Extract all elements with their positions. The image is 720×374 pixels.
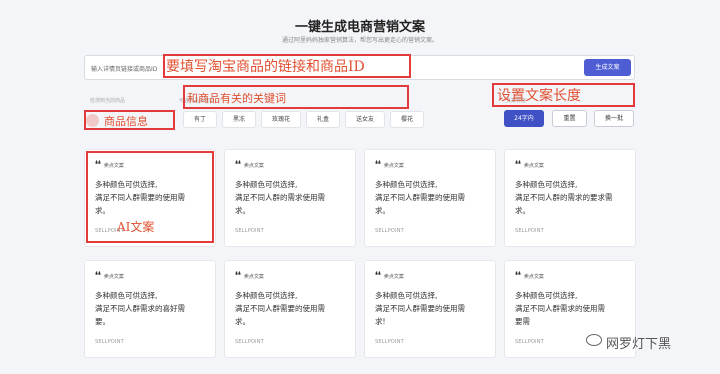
keyword-chip[interactable]: 礼盒 — [306, 111, 340, 128]
card-text: 多种颜色可供选择, 满足不同人群的需求的要求需 求。 — [515, 180, 613, 215]
card-footer: SELLPOINT — [235, 228, 264, 234]
reset-button[interactable]: 重置 — [552, 110, 587, 127]
page-title: 一键生成电商营销文案 — [294, 20, 425, 35]
card-footer: SELLPOINT — [515, 339, 544, 345]
annotation-product-note: 商品信息 — [104, 115, 148, 128]
copy-card[interactable]: ❛❛ 卖点文案 多种颜色可供选择, 满足不同人群需要的使用需 求。 SELLPOINT — [364, 149, 496, 247]
page-subtitle: 通过阿里妈妈独家营销算法，帮您写出更走心的营销文案。 — [281, 37, 438, 44]
card-text: 多种颜色可供选择, 满足不同人群需求的使用需 要需 — [515, 291, 605, 326]
card-text: 多种颜色可供选择, 满足不同人群需要的使用需 求。 — [375, 180, 465, 215]
card-footer: SELLPOINT — [95, 339, 124, 345]
card-text: 多种颜色可供选择, 满足不同人群的需求使用需 求。 — [235, 180, 325, 215]
card-tag: ❛❛ 卖点文案 — [95, 271, 124, 281]
card-tag: ❛❛ 卖点文案 — [235, 271, 264, 281]
card-text: 多种颜色可供选择, 满足不同人群需要的使用需 求。 — [235, 291, 325, 326]
annotation-id-note: 要填写淘宝商品的链接和商品ID — [166, 59, 365, 75]
card-tag: ❛❛ 卖点文案 — [515, 160, 544, 170]
card-tag: ❛❛ 卖点文案 — [375, 160, 404, 170]
card-footer: SELLPOINT — [375, 339, 404, 345]
card-footer: SELLPOINT — [515, 228, 544, 234]
keyword-chip[interactable]: 送女友 — [345, 111, 385, 128]
card-tag: ❛❛ 卖点文案 — [235, 160, 264, 170]
keyword-chip[interactable]: 玫瑰花 — [261, 111, 301, 128]
quote-icon: ❛❛ — [375, 271, 381, 281]
card-text: 多种颜色可供选择, 满足不同人群需求的喜好需 要。 — [95, 291, 185, 326]
generate-button[interactable]: 生成文案 — [584, 59, 631, 76]
product-label: 检测到当前商品 — [90, 98, 126, 104]
card-footer: SELLPOINT — [375, 228, 404, 234]
card-text: 多种颜色可供选择, 满足不同人群需要的使用需 求! — [375, 291, 465, 326]
annotation-keyword-note: 和商品有关的关键词 — [187, 92, 286, 105]
quote-icon: ❛❛ — [95, 271, 101, 281]
keyword-chip[interactable]: 有丁 — [183, 111, 217, 128]
copy-card[interactable]: ❛❛ 卖点文案 多种颜色可供选择, 满足不同人群需要的使用需 求! SELLPOINT — [364, 260, 496, 358]
copy-card[interactable]: ❛❛ 卖点文案 多种颜色可供选择, 满足不同人群的需求使用需 求。 SELLPOINT — [224, 149, 356, 247]
product-link-input[interactable] — [91, 62, 161, 74]
annotation-ai-note: AI文案 — [117, 220, 155, 234]
quote-icon: ❛❛ — [515, 160, 521, 170]
annotation-length-note: 设置文案长度 — [497, 88, 581, 104]
refresh-batch-button[interactable]: 换一批 — [594, 110, 634, 127]
quote-icon: ❛❛ — [235, 271, 241, 281]
copy-card[interactable]: ❛❛ 卖点文案 多种颜色可供选择, 满足不同人群需要的使用需 求。 SELLPOINT — [224, 260, 356, 358]
card-tag: ❛❛ 卖点文案 — [375, 271, 404, 281]
card-footer: SELLPOINT — [235, 339, 264, 345]
keyword-chip[interactable]: 樱花 — [390, 111, 424, 128]
copy-card[interactable]: ❛❛ 卖点文案 多种颜色可供选择, 满足不同人群需求的喜好需 要。 SELLPOINT — [84, 260, 216, 358]
quote-icon: ❛❛ — [375, 160, 381, 170]
quote-icon: ❛❛ — [515, 271, 521, 281]
card-tag: ❛❛ 卖点文案 — [515, 271, 544, 281]
quote-icon: ❛❛ — [235, 160, 241, 170]
wechat-icon — [586, 334, 602, 346]
copy-card[interactable]: ❛❛ 卖点文案 多种颜色可供选择, 满足不同人群的需求的要求需 求。 SELLPOIN… — [504, 149, 636, 247]
watermark-text: 网罗灯下黑 — [606, 337, 672, 352]
keyword-chip[interactable]: 黑冻 — [222, 111, 256, 128]
length-24-button[interactable]: 24字内 — [504, 110, 544, 127]
